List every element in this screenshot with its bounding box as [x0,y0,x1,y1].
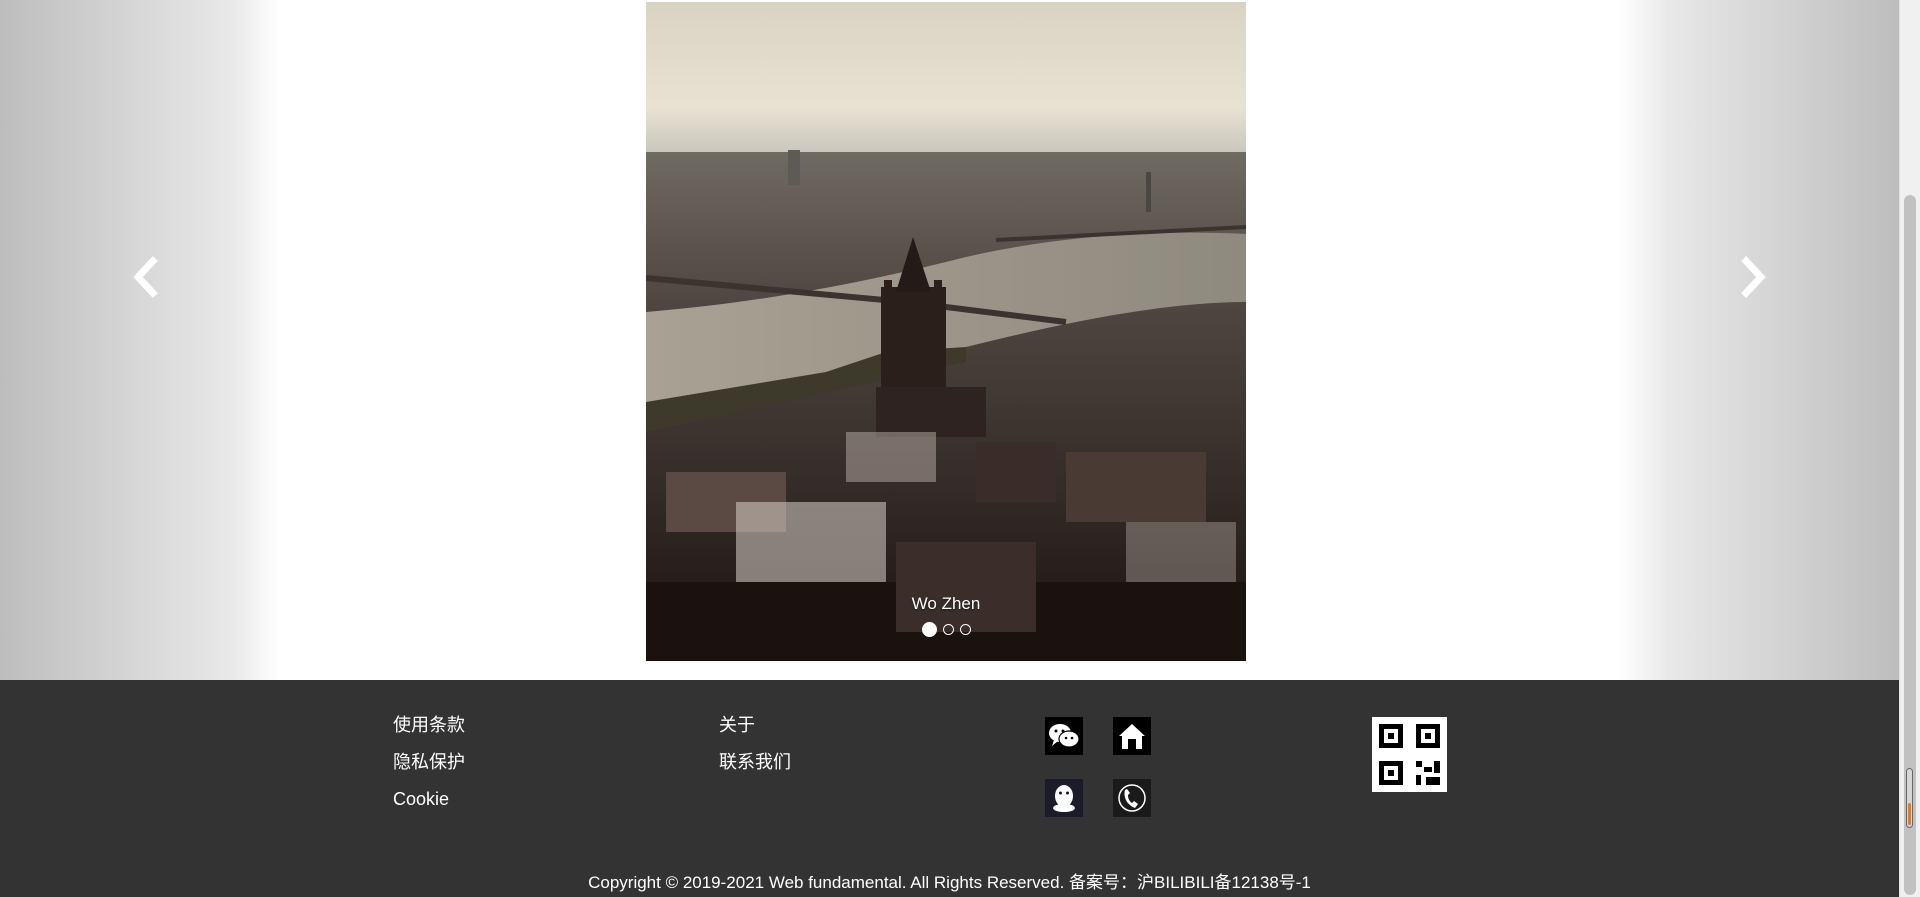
terms-of-use-link[interactable]: 使用条款 [393,716,465,735]
social-icons [1045,717,1165,821]
privacy-link[interactable]: 隐私保护 [393,753,465,772]
cookie-link[interactable]: Cookie [393,790,465,809]
home-icon[interactable] [1113,717,1151,755]
wechat-icon[interactable] [1045,717,1083,755]
slide-caption: Wo Zhen [911,594,981,613]
chevron-right-icon [1741,256,1766,298]
scroll-indicator-fill [1908,803,1911,825]
chevron-left-icon [133,256,158,298]
indicator-dot-2[interactable] [942,624,954,635]
site-footer: 使用条款 隐私保护 Cookie 关于 联系我们 Copyright © 201… [0,680,1899,897]
footer-links-about: 关于 联系我们 [719,716,791,790]
carousel-indicators [646,622,1246,637]
page: Wo Zhen 使用条款 隐私保护 Cookie 关于 联系我们 Copyrig… [0,0,1899,897]
carousel-prev-button[interactable] [126,255,166,299]
phone-icon[interactable] [1113,779,1151,817]
vertical-scrollbar[interactable] [1899,0,1920,897]
image-carousel: Wo Zhen [0,0,1899,680]
indicator-dot-3[interactable] [959,624,971,635]
indicator-dot-1[interactable] [921,622,937,637]
carousel-next-button[interactable] [1733,255,1773,299]
scroll-indicator [1906,768,1913,828]
carousel-slide: Wo Zhen [646,2,1246,661]
qq-icon[interactable] [1045,779,1083,817]
slide-image-cityscape [646,2,1246,661]
qr-code-icon [1372,717,1447,792]
footer-links-legal: 使用条款 隐私保护 Cookie [393,716,465,827]
contact-us-link[interactable]: 联系我们 [719,753,791,772]
copyright-text: Copyright © 2019-2021 Web fundamental. A… [588,873,1311,892]
about-link[interactable]: 关于 [719,716,791,735]
